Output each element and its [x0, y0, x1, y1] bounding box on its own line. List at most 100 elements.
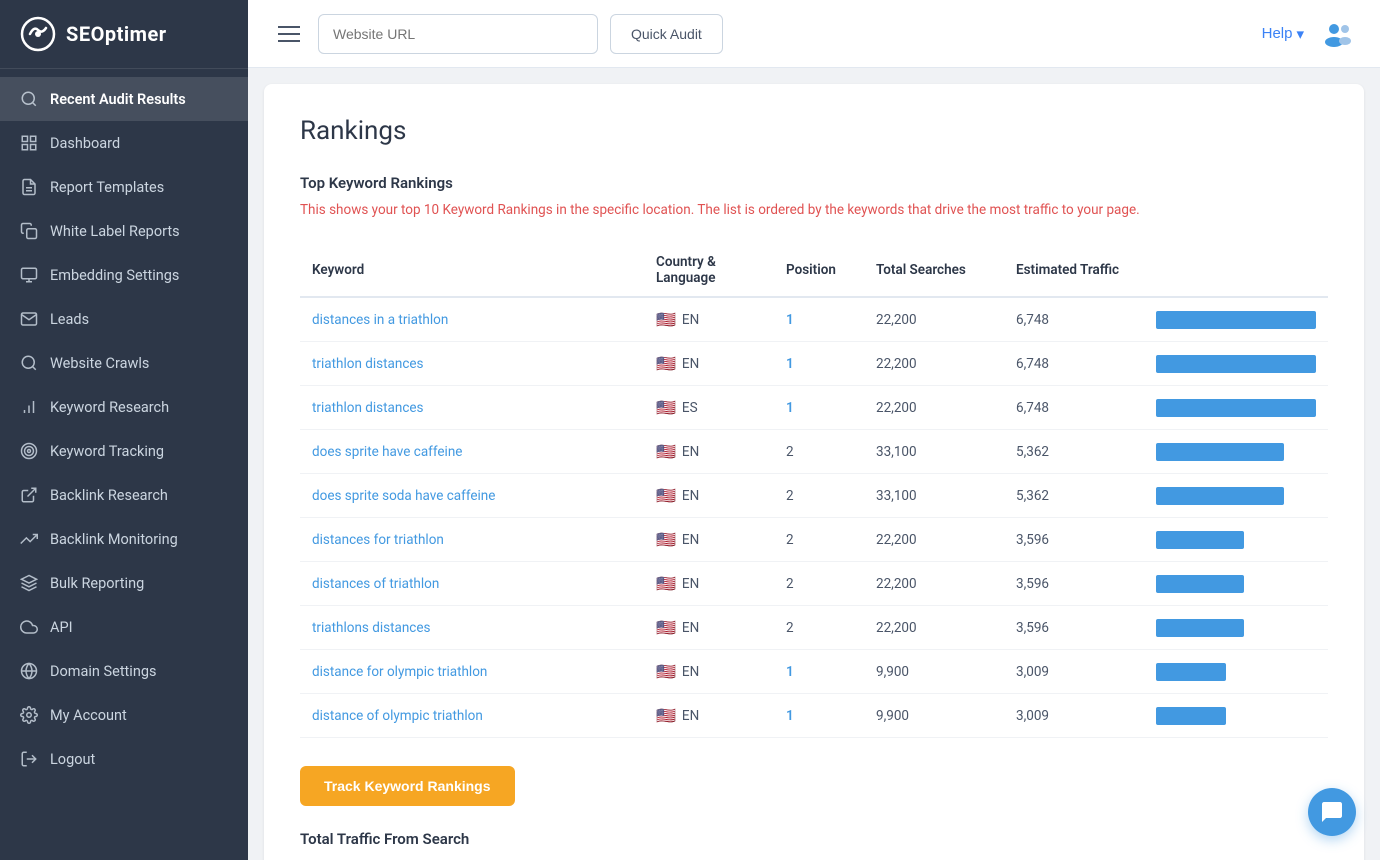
keyword-cell: triathlons distances: [300, 606, 644, 650]
sidebar-item-domain-settings[interactable]: Domain Settings: [0, 649, 248, 693]
sidebar-item-my-account[interactable]: My Account: [0, 693, 248, 737]
sidebar-item-label: My Account: [50, 707, 127, 724]
flag-icon: 🇺🇸: [656, 574, 676, 593]
position-cell: 1: [774, 694, 864, 738]
position-value: 2: [786, 488, 794, 504]
country-lang-cell: 🇺🇸 EN: [644, 694, 774, 738]
quick-audit-button[interactable]: Quick Audit: [610, 14, 723, 54]
url-input[interactable]: [318, 14, 598, 54]
monitor-icon: [20, 266, 38, 284]
sidebar-item-dashboard[interactable]: Dashboard: [0, 121, 248, 165]
keyword-cell: distances in a triathlon: [300, 297, 644, 342]
log-out-icon: [20, 750, 38, 768]
sidebar-item-bulk-reporting[interactable]: Bulk Reporting: [0, 561, 248, 605]
flag-icon: 🇺🇸: [656, 530, 676, 549]
sidebar-item-logout[interactable]: Logout: [0, 737, 248, 781]
keyword-link[interactable]: distances for triathlon: [312, 532, 444, 548]
sidebar-item-backlink-research[interactable]: Backlink Research: [0, 473, 248, 517]
keyword-link[interactable]: distances in a triathlon: [312, 312, 448, 328]
position-value: 2: [786, 444, 794, 460]
keyword-cell: does sprite soda have caffeine: [300, 474, 644, 518]
section-title: Top Keyword Rankings: [300, 174, 1328, 192]
searches-cell: 22,200: [864, 518, 1004, 562]
position-value[interactable]: 1: [786, 356, 794, 372]
content-area: Rankings Top Keyword Rankings This shows…: [248, 68, 1380, 860]
position-value[interactable]: 1: [786, 400, 794, 416]
col-country-lang: Country & Language: [644, 244, 774, 297]
users-icon[interactable]: [1320, 16, 1356, 52]
copy-icon: [20, 222, 38, 240]
sidebar-item-label: White Label Reports: [50, 223, 180, 240]
traffic-cell: 5,362: [1004, 474, 1144, 518]
country-lang-cell: 🇺🇸 EN: [644, 606, 774, 650]
position-cell: 2: [774, 606, 864, 650]
searches-cell: 9,900: [864, 650, 1004, 694]
table-row: distances for triathlon 🇺🇸 EN 2 22,200 3…: [300, 518, 1328, 562]
sidebar-item-label: Backlink Research: [50, 487, 168, 504]
flag-icon: 🇺🇸: [656, 662, 676, 681]
col-keyword: Keyword: [300, 244, 644, 297]
track-keyword-button[interactable]: Track Keyword Rankings: [300, 766, 515, 806]
position-value[interactable]: 1: [786, 708, 794, 724]
logo-text: SEOptimer: [66, 22, 167, 46]
position-value[interactable]: 1: [786, 664, 794, 680]
globe-icon: [20, 662, 38, 680]
sidebar-item-embedding[interactable]: Embedding Settings: [0, 253, 248, 297]
sidebar-item-recent-audit[interactable]: Recent Audit Results: [0, 77, 248, 121]
keyword-link[interactable]: triathlon distances: [312, 356, 424, 372]
traffic-cell: 6,748: [1004, 297, 1144, 342]
section-desc: This shows your top 10 Keyword Rankings …: [300, 200, 1328, 220]
bar-cell: [1144, 694, 1328, 738]
position-cell: 1: [774, 297, 864, 342]
country-lang-cell: 🇺🇸 EN: [644, 562, 774, 606]
sidebar-item-keyword-tracking[interactable]: Keyword Tracking: [0, 429, 248, 473]
keyword-link[interactable]: distances of triathlon: [312, 576, 439, 592]
traffic-bar: [1156, 575, 1244, 593]
keyword-link[interactable]: triathlon distances: [312, 400, 424, 416]
traffic-cell: 3,596: [1004, 606, 1144, 650]
target-icon: [20, 442, 38, 460]
sidebar-item-website-crawls[interactable]: Website Crawls: [0, 341, 248, 385]
traffic-bar: [1156, 619, 1244, 637]
keyword-cell: does sprite have caffeine: [300, 430, 644, 474]
content-panel: Rankings Top Keyword Rankings This shows…: [264, 84, 1364, 860]
sidebar-item-api[interactable]: API: [0, 605, 248, 649]
traffic-cell: 5,362: [1004, 430, 1144, 474]
help-button[interactable]: Help ▾: [1262, 25, 1304, 43]
hamburger-button[interactable]: [272, 20, 306, 48]
position-cell: 2: [774, 474, 864, 518]
traffic-bar: [1156, 399, 1316, 417]
sidebar-item-backlink-monitoring[interactable]: Backlink Monitoring: [0, 517, 248, 561]
searches-cell: 22,200: [864, 342, 1004, 386]
topbar: Quick Audit Help ▾: [248, 0, 1380, 68]
keyword-cell: distance of olympic triathlon: [300, 694, 644, 738]
bar-chart-icon: [20, 398, 38, 416]
lang-code: EN: [682, 576, 699, 592]
sidebar-item-keyword-research[interactable]: Keyword Research: [0, 385, 248, 429]
sidebar-item-label: Backlink Monitoring: [50, 531, 178, 548]
sidebar-item-label: Keyword Tracking: [50, 443, 164, 460]
lang-code: ES: [682, 400, 698, 416]
chat-bubble-button[interactable]: [1308, 788, 1356, 836]
traffic-cell: 3,596: [1004, 518, 1144, 562]
keyword-link[interactable]: does sprite soda have caffeine: [312, 488, 495, 504]
table-row: triathlon distances 🇺🇸 ES 1 22,200 6,748: [300, 386, 1328, 430]
traffic-cell: 3,009: [1004, 650, 1144, 694]
bar-cell: [1144, 474, 1328, 518]
sidebar-item-report-templates[interactable]: Report Templates: [0, 165, 248, 209]
sidebar-item-white-label[interactable]: White Label Reports: [0, 209, 248, 253]
position-cell: 2: [774, 430, 864, 474]
keyword-link[interactable]: triathlons distances: [312, 620, 431, 636]
keyword-link[interactable]: distance of olympic triathlon: [312, 708, 483, 724]
sidebar-item-leads[interactable]: Leads: [0, 297, 248, 341]
traffic-cell: 6,748: [1004, 342, 1144, 386]
searches-cell: 9,900: [864, 694, 1004, 738]
keyword-link[interactable]: does sprite have caffeine: [312, 444, 462, 460]
keyword-link[interactable]: distance for olympic triathlon: [312, 664, 487, 680]
traffic-cell: 6,748: [1004, 386, 1144, 430]
position-cell: 2: [774, 518, 864, 562]
total-traffic-title: Total Traffic From Search: [300, 830, 1328, 848]
table-body: distances in a triathlon 🇺🇸 EN 1 22,200 …: [300, 297, 1328, 738]
position-value[interactable]: 1: [786, 312, 794, 328]
file-edit-icon: [20, 178, 38, 196]
